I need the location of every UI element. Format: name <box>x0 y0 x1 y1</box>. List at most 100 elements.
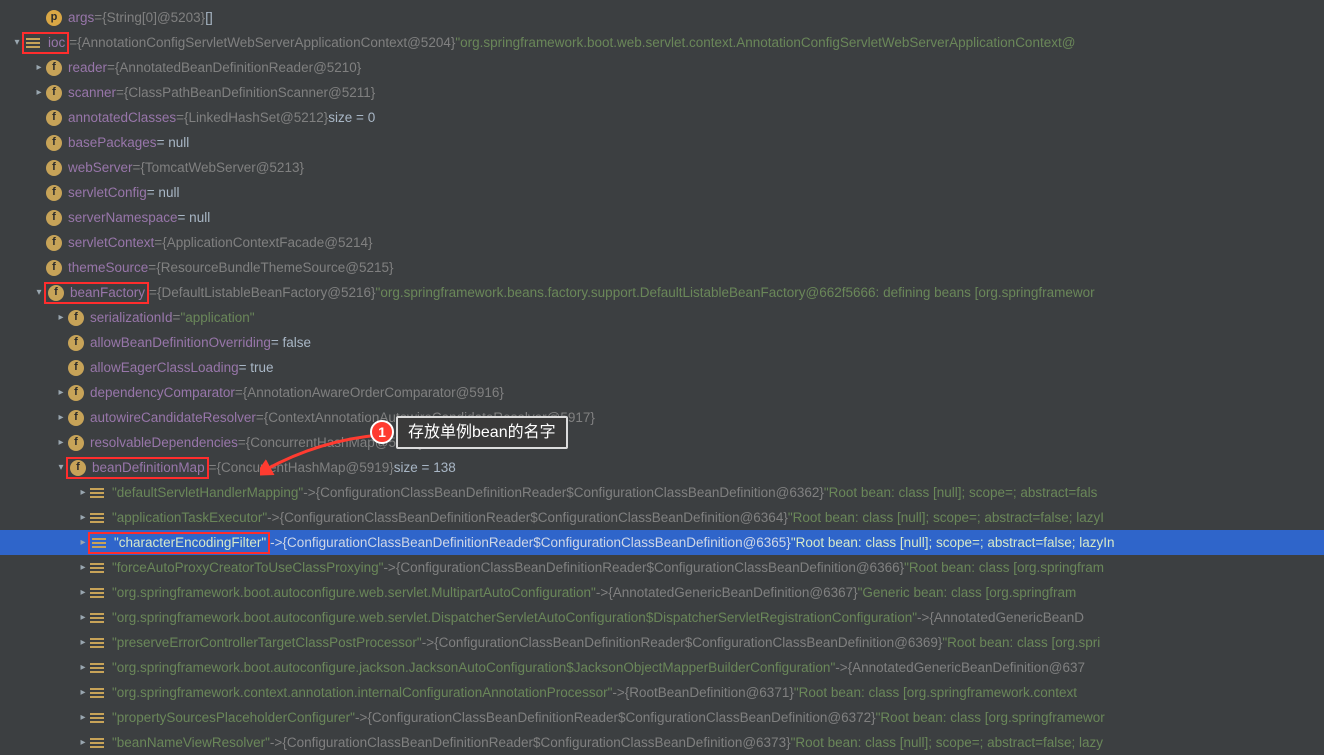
list-icon <box>90 610 106 626</box>
field-icon: f <box>46 160 62 176</box>
object-ref: {ConfigurationClassBeanDefinitionReader$… <box>367 705 875 730</box>
equals-sign: = <box>133 155 141 180</box>
chevron-right-icon[interactable]: ▸ <box>54 380 68 405</box>
chevron-right-icon[interactable]: ▸ <box>76 680 90 705</box>
tree-row[interactable]: ▸freader = {AnnotatedBeanDefinitionReade… <box>0 55 1324 80</box>
tree-row[interactable]: ▸"beanNameViewResolver" -> {Configuratio… <box>0 730 1324 755</box>
object-ref: {TomcatWebServer@5213} <box>140 155 304 180</box>
chevron-right-icon[interactable]: ▸ <box>76 480 90 505</box>
tree-row[interactable]: ▸fscanner = {ClassPathBeanDefinitionScan… <box>0 80 1324 105</box>
equals-sign: = <box>149 280 157 305</box>
map-key: "preserveErrorControllerTargetClassPostP… <box>112 630 422 655</box>
chevron-right-icon[interactable]: ▸ <box>76 505 90 530</box>
tree-row[interactable]: ▸ "org.springframework.boot.autoconfigure… <box>0 580 1324 605</box>
variable-name: serverNamespace <box>68 205 178 230</box>
variable-value: = true <box>239 355 274 380</box>
arrow: -> <box>596 580 608 605</box>
equals-sign: = <box>154 230 162 255</box>
tree-row[interactable]: ▸fthemeSource = {ResourceBundleThemeSour… <box>0 255 1324 280</box>
field-icon: f <box>46 210 62 226</box>
arrow: -> <box>422 630 434 655</box>
list-icon <box>90 735 106 751</box>
tree-row[interactable]: ▸"defaultServletHandlerMapping" -> {Conf… <box>0 480 1324 505</box>
tree-row[interactable]: ▸ "org.springframework.boot.autoconfigure… <box>0 605 1324 630</box>
tree-row[interactable]: ▸fserverNamespace = null <box>0 205 1324 230</box>
chevron-right-icon[interactable]: ▸ <box>76 555 90 580</box>
tree-row[interactable]: ▾fbeanDefinitionMap = {ConcurrentHashMap… <box>0 455 1324 480</box>
map-key: "characterEncodingFilter" <box>114 530 266 555</box>
tree-row[interactable]: ▸ "preserveErrorControllerTargetClassPost… <box>0 630 1324 655</box>
tree-row[interactable]: ▸"propertySourcesPlaceholderConfigurer" … <box>0 705 1324 730</box>
variable-name: basePackages <box>68 130 157 155</box>
chevron-right-icon[interactable]: ▸ <box>32 80 46 105</box>
field-icon: f <box>46 235 62 251</box>
chevron-right-icon[interactable]: ▸ <box>76 580 90 605</box>
map-key: "org.springframework.boot.autoconfigure.… <box>112 605 917 630</box>
arrow: -> <box>835 655 847 680</box>
trail-text: size = 138 <box>394 455 456 480</box>
tree-row[interactable]: ▸fbasePackages = null <box>0 130 1324 155</box>
chevron-right-icon[interactable]: ▸ <box>76 630 90 655</box>
tree-row[interactable]: ▸fservletContext = {ApplicationContextFa… <box>0 230 1324 255</box>
map-key: "org.springframework.boot.autoconfigure.… <box>112 580 596 605</box>
tree-row[interactable]: ▾ioc = {AnnotationConfigServletWebServer… <box>0 30 1324 55</box>
equals-sign: = <box>116 80 124 105</box>
object-ref: {LinkedHashSet@5212} <box>184 105 328 130</box>
chevron-right-icon[interactable]: ▸ <box>54 430 68 455</box>
chevron-right-icon[interactable]: ▸ <box>76 605 90 630</box>
variable-name: servletConfig <box>68 180 147 205</box>
tree-row[interactable]: ▸fdependencyComparator = {AnnotationAwar… <box>0 380 1324 405</box>
equals-sign: = <box>235 380 243 405</box>
tree-row[interactable]: ▸ "org.springframework.boot.autoconfigure… <box>0 655 1324 680</box>
tree-row[interactable]: ▸fserializationId = "application" <box>0 305 1324 330</box>
chevron-right-icon[interactable]: ▸ <box>54 405 68 430</box>
list-icon <box>90 710 106 726</box>
variable-name: ioc <box>48 30 65 55</box>
object-ref: {ConcurrentHashMap@5918} <box>246 430 423 455</box>
arrow: -> <box>270 530 282 555</box>
equals-sign: = <box>209 455 217 480</box>
map-key: "org.springframework.boot.autoconfigure.… <box>112 655 835 680</box>
list-icon <box>90 585 106 601</box>
field-icon: f <box>48 285 64 301</box>
tree-row[interactable]: ▸pargs = {String[0]@5203} [] <box>0 5 1324 30</box>
field-icon: f <box>46 85 62 101</box>
object-ref: {AnnotationConfigServletWebServerApplica… <box>77 30 455 55</box>
chevron-right-icon[interactable]: ▸ <box>76 655 90 680</box>
tree-row[interactable]: ▾fbeanFactory = {DefaultListableBeanFact… <box>0 280 1324 305</box>
object-ref: {AnnotatedGenericBeanD <box>929 605 1084 630</box>
map-key: "beanNameViewResolver" <box>112 730 270 755</box>
tree-row[interactable]: ▸"forceAutoProxyCreatorToUseClassProxyin… <box>0 555 1324 580</box>
variable-value: = null <box>157 130 190 155</box>
tree-row[interactable]: ▸"applicationTaskExecutor" -> {Configura… <box>0 505 1324 530</box>
object-ref: {AnnotatedGenericBeanDefinition@6367} <box>608 580 857 605</box>
tree-row[interactable]: ▸fresolvableDependencies = {ConcurrentHa… <box>0 430 1324 455</box>
tree-row[interactable]: ▸fannotatedClasses = {LinkedHashSet@5212… <box>0 105 1324 130</box>
tostring-value: "Root bean: class [org.spri <box>942 630 1100 655</box>
tostring-value: "Root bean: class [org.springframewor <box>876 705 1105 730</box>
variable-value: = null <box>178 205 211 230</box>
object-ref: {AnnotationAwareOrderComparator@5916} <box>243 380 504 405</box>
chevron-right-icon[interactable]: ▸ <box>76 730 90 755</box>
equals-sign: = <box>148 255 156 280</box>
chevron-right-icon[interactable]: ▸ <box>54 305 68 330</box>
tree-row[interactable]: ▸"org.springframework.context.annotation… <box>0 680 1324 705</box>
tree-row[interactable]: ▸fautowireCandidateResolver = {ContextAn… <box>0 405 1324 430</box>
variable-name: beanFactory <box>70 280 145 305</box>
tree-row[interactable]: ▸"characterEncodingFilter" -> {Configura… <box>0 530 1324 555</box>
tree-row[interactable]: ▸fallowBeanDefinitionOverriding = false <box>0 330 1324 355</box>
arrow: -> <box>267 505 279 530</box>
field-icon: f <box>68 385 84 401</box>
tree-row[interactable]: ▸fwebServer = {TomcatWebServer@5213} <box>0 155 1324 180</box>
chevron-right-icon[interactable]: ▸ <box>32 55 46 80</box>
variable-name: autowireCandidateResolver <box>90 405 256 430</box>
tree-row[interactable]: ▸fallowEagerClassLoading = true <box>0 355 1324 380</box>
variable-name: webServer <box>68 155 133 180</box>
field-icon: f <box>68 310 84 326</box>
equals-sign: = <box>256 405 264 430</box>
field-icon: f <box>68 410 84 426</box>
object-ref: {String[0]@5203} <box>102 5 205 30</box>
tree-row[interactable]: ▸fservletConfig = null <box>0 180 1324 205</box>
tostring-value: "Root bean: class [null]; scope=; abstra… <box>791 530 1115 555</box>
chevron-right-icon[interactable]: ▸ <box>76 705 90 730</box>
